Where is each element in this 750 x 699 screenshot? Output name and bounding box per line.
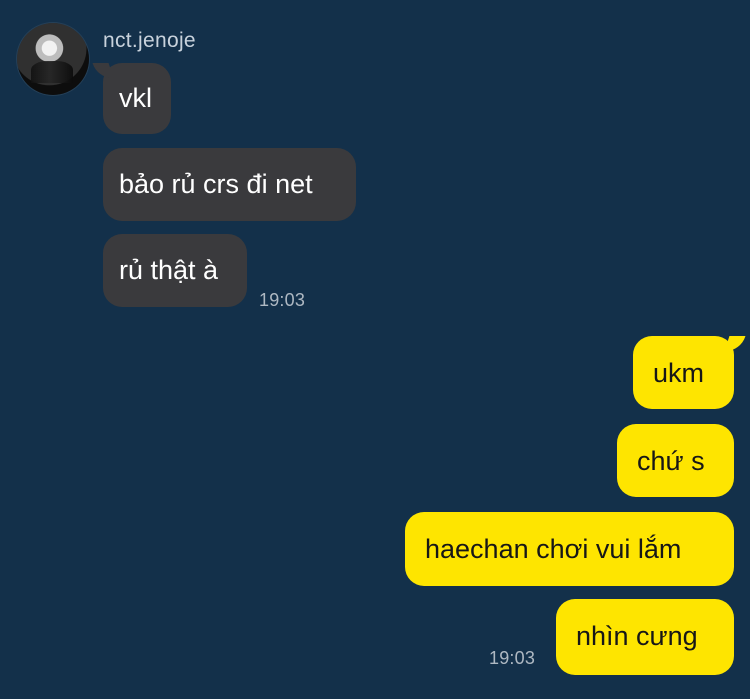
incoming-message-bubble[interactable]: bảo rủ crs đi net [103, 148, 356, 221]
sender-name: nct.jenoje [103, 29, 196, 52]
sender-avatar[interactable] [17, 23, 89, 95]
outgoing-message-bubble[interactable]: nhìn cưng [556, 599, 734, 675]
message-text: ukm [653, 358, 705, 388]
message-text: rủ thật à [119, 255, 219, 285]
message-text: haechan chơi vui lắm [425, 534, 682, 564]
outgoing-message-bubble[interactable]: haechan chơi vui lắm [405, 512, 734, 586]
message-text: nhìn cưng [576, 621, 698, 651]
incoming-message-timestamp: 19:03 [259, 290, 306, 310]
message-text: chứ s [637, 446, 705, 476]
message-text: bảo rủ crs đi net [119, 169, 313, 199]
outgoing-message-timestamp: 19:03 [489, 648, 536, 668]
incoming-message-bubble[interactable]: vkl [103, 63, 171, 134]
outgoing-message-bubble[interactable]: ukm [633, 336, 734, 409]
message-text: vkl [119, 83, 152, 113]
incoming-message-bubble[interactable]: rủ thật à [103, 234, 247, 307]
outgoing-message-bubble[interactable]: chứ s [617, 424, 734, 497]
